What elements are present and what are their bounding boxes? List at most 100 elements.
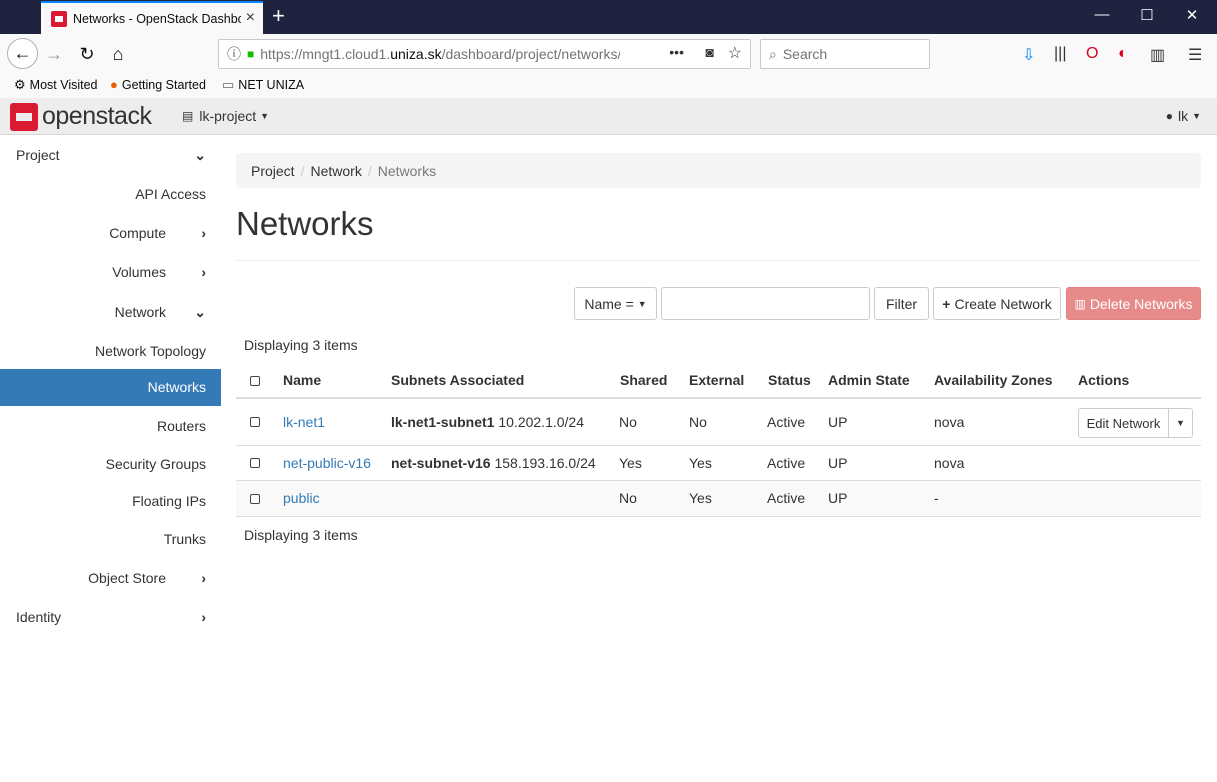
chevron-right-icon: › [201, 609, 206, 625]
filter-field-dropdown[interactable]: Name = ▼ [574, 287, 657, 320]
bookmark-getting-started[interactable]: ● Getting Started [110, 77, 206, 92]
column-header-status[interactable]: Status [768, 372, 811, 388]
page-title: Networks [236, 205, 374, 242]
edit-network-button[interactable]: Edit Network ▼ [1078, 408, 1193, 438]
availability-zone-cell: nova [934, 414, 965, 430]
column-header-name[interactable]: Name [283, 372, 321, 388]
sidebar-item-object-store[interactable]: Object Store › [0, 570, 221, 586]
status-cell: Active [767, 490, 806, 506]
row-checkbox[interactable] [250, 458, 260, 468]
project-switcher[interactable]: ▤ lk-project ▼ [182, 108, 269, 124]
sidebar-item-trunks[interactable]: Trunks [0, 531, 221, 547]
maximize-icon[interactable]: ☐ [1137, 6, 1157, 24]
chevron-down-icon: ⌄ [194, 147, 206, 163]
column-header-availability-zones[interactable]: Availability Zones [934, 372, 1053, 388]
sidebar-item-security-groups[interactable]: Security Groups [0, 456, 221, 472]
sidebar-item-compute[interactable]: Compute › [0, 225, 221, 241]
item-count-top: Displaying 3 items [244, 337, 358, 353]
sidebar-item-network[interactable]: Network ⌄ [0, 304, 221, 320]
create-network-button[interactable]: + Create Network [933, 287, 1061, 320]
breadcrumb-separator: / [300, 162, 305, 179]
pocket-icon[interactable]: ◙ [706, 44, 714, 60]
network-name-link[interactable]: net-public-v16 [283, 455, 371, 471]
subnet-cell: net-subnet-v16 158.193.16.0/24 [391, 455, 596, 471]
availability-zone-cell: nova [934, 455, 965, 471]
row-checkbox[interactable] [250, 417, 260, 427]
external-cell: No [689, 414, 707, 430]
table-header: Name Subnets Associated Shared External … [236, 362, 1201, 399]
column-header-external[interactable]: External [689, 372, 744, 388]
sidebar-item-volumes[interactable]: Volumes › [0, 264, 221, 280]
server-icon: ▤ [182, 109, 194, 123]
page-actions-icon[interactable]: ••• [669, 44, 684, 60]
menu-icon[interactable]: ☰ [1188, 45, 1202, 65]
user-menu[interactable]: ● lk ▼ [1166, 108, 1201, 124]
browser-titlebar: Networks - OpenStack Dashboa × + — ☐ ✕ [0, 0, 1217, 34]
column-header-admin-state[interactable]: Admin State [828, 372, 910, 388]
folder-icon: ▭ [222, 77, 235, 92]
forward-icon[interactable]: → [40, 40, 68, 68]
info-icon[interactable]: ⓘ [227, 44, 241, 64]
browser-tab[interactable]: Networks - OpenStack Dashboa × [41, 1, 263, 34]
bookmark-star-icon[interactable]: ☆ [728, 43, 742, 63]
sidebar-item-networks[interactable]: Networks [0, 369, 221, 406]
delete-networks-button[interactable]: ▥ Delete Networks [1066, 287, 1201, 320]
column-header-shared[interactable]: Shared [620, 372, 667, 388]
network-name-link[interactable]: public [283, 490, 320, 506]
column-header-subnets[interactable]: Subnets Associated [391, 372, 524, 388]
url-bar[interactable]: ⓘ ■ https://mngt1.cloud1.uniza.sk/dashbo… [218, 39, 751, 69]
sidebar-item-floating-ips[interactable]: Floating IPs [0, 493, 221, 509]
openstack-logo-icon [10, 102, 38, 131]
extension-icon[interactable]: ◐ [1118, 45, 1128, 63]
window-close-icon[interactable]: ✕ [1182, 6, 1202, 24]
openstack-logo[interactable]: openstack [10, 102, 152, 131]
caret-down-icon[interactable]: ▼ [1169, 409, 1192, 437]
availability-zone-cell: - [934, 490, 939, 506]
sidebar-item-routers[interactable]: Routers [0, 418, 221, 434]
reload-icon[interactable]: ↻ [73, 40, 101, 68]
external-cell: Yes [689, 490, 712, 506]
search-icon: ⌕ [769, 45, 777, 62]
new-tab-icon[interactable]: + [272, 4, 285, 28]
trash-icon: ▥ [1074, 296, 1086, 311]
select-all-checkbox[interactable] [250, 376, 260, 386]
filter-input[interactable] [661, 287, 870, 320]
bookmark-most-visited[interactable]: ⚙ Most Visited [14, 77, 98, 93]
url-text[interactable]: https://mngt1.cloud1.uniza.sk/dashboard/… [260, 46, 620, 62]
back-icon[interactable]: ← [7, 38, 38, 69]
admin-state-cell: UP [828, 414, 848, 430]
home-icon[interactable]: ⌂ [104, 40, 132, 68]
network-name-link[interactable]: lk-net1 [283, 414, 325, 430]
sidebar-item-project[interactable]: Project ⌄ [0, 147, 221, 163]
bookmark-net-uniza[interactable]: ▭ NET UNIZA [222, 77, 304, 93]
sidebar-toggle-icon[interactable]: ▥ [1150, 45, 1165, 65]
row-checkbox[interactable] [250, 494, 260, 504]
breadcrumb-separator: / [367, 162, 372, 179]
subnet-cell: lk-net1-subnet1 10.202.1.0/24 [391, 414, 584, 430]
sidebar-item-api-access[interactable]: API Access [0, 186, 221, 202]
breadcrumb-project[interactable]: Project [251, 163, 295, 179]
minimize-icon[interactable]: — [1092, 6, 1112, 23]
column-header-actions: Actions [1078, 372, 1130, 388]
gear-icon: ⚙ [14, 77, 26, 92]
chevron-right-icon: › [201, 225, 206, 241]
opera-icon[interactable]: O [1086, 45, 1098, 63]
shared-cell: No [619, 414, 637, 430]
breadcrumb-network[interactable]: Network [310, 163, 361, 179]
download-icon[interactable]: ⇩ [1022, 45, 1035, 65]
library-icon[interactable]: ||| [1054, 45, 1066, 63]
bookmarks-toolbar: ⚙ Most Visited ● Getting Started ▭ NET U… [0, 74, 1217, 98]
filter-button[interactable]: Filter [874, 287, 929, 320]
sidebar-item-identity[interactable]: Identity › [0, 609, 221, 625]
openstack-header: openstack ▤ lk-project ▼ ● lk ▼ [0, 98, 1217, 135]
title-divider [236, 260, 1201, 261]
tab-close-icon[interactable]: × [246, 9, 255, 27]
sidebar-item-network-topology[interactable]: Network Topology [0, 343, 221, 359]
shared-cell: Yes [619, 455, 642, 471]
search-bar[interactable]: ⌕ Search [760, 39, 930, 69]
caret-down-icon: ▼ [637, 298, 647, 309]
caret-down-icon: ▼ [1192, 111, 1201, 121]
chevron-right-icon: › [201, 264, 206, 280]
user-icon: ● [1165, 109, 1173, 123]
status-cell: Active [767, 414, 806, 430]
